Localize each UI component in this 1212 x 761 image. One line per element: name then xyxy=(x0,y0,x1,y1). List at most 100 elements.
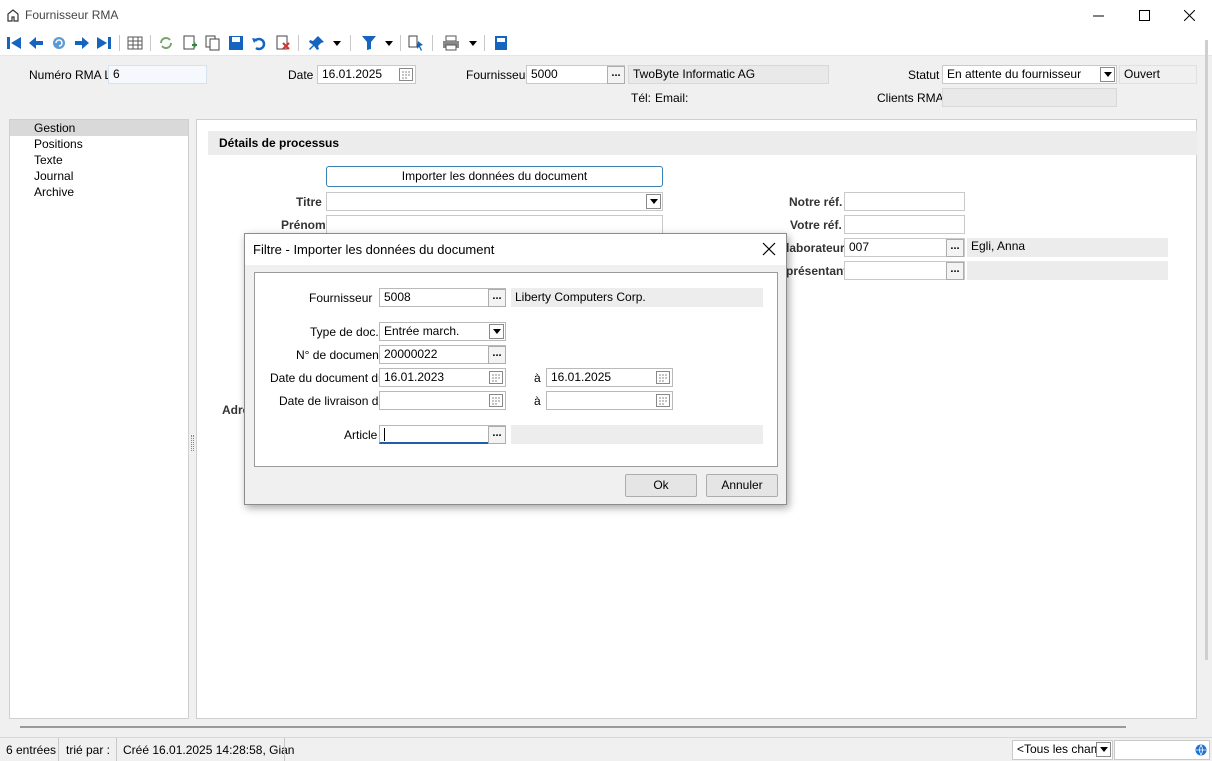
notre-ref-field[interactable] xyxy=(844,192,965,211)
date-label: Date xyxy=(288,68,314,82)
app-icon xyxy=(7,9,19,22)
save-icon xyxy=(229,36,243,50)
chevron-down-icon xyxy=(469,40,477,46)
titre-dropdown-button[interactable] xyxy=(646,194,661,209)
reload-button[interactable] xyxy=(157,34,175,52)
last-record-icon xyxy=(97,37,111,49)
copy-record-button[interactable] xyxy=(204,34,222,52)
dialog-docnum-field[interactable]: 20000022 xyxy=(379,345,506,364)
ok-button[interactable]: Ok xyxy=(625,474,697,497)
fields-filter-dropdown-button[interactable] xyxy=(1096,742,1111,757)
dialog-delivery-from-field[interactable] xyxy=(379,391,506,410)
table-view-button[interactable] xyxy=(126,34,144,52)
titre-select[interactable] xyxy=(326,192,663,211)
pin-dropdown-button[interactable] xyxy=(331,34,343,52)
calendar-icon[interactable] xyxy=(489,394,503,407)
print-button[interactable] xyxy=(442,34,460,52)
dialog-doctype-label: Type de doc. xyxy=(310,325,379,339)
calendar-icon[interactable] xyxy=(489,371,503,384)
date-field[interactable]: 16.01.2025 xyxy=(317,65,416,84)
new-record-button[interactable] xyxy=(181,34,199,52)
filter-dropdown-button[interactable] xyxy=(383,34,395,52)
dialog-supplier-field[interactable]: 5008 xyxy=(379,288,506,307)
dialog-supplier-name-display: Liberty Computers Corp. xyxy=(511,288,763,307)
previous-record-button[interactable] xyxy=(27,34,45,52)
entries-count: 6 entrées xyxy=(6,743,57,757)
dialog-doctype-dropdown-button[interactable] xyxy=(489,324,504,339)
horizontal-scrollbar[interactable] xyxy=(20,726,1126,728)
collaborateur-name-display: Egli, Anna xyxy=(967,238,1168,257)
dialog-docdate-from-value: 16.01.2023 xyxy=(384,370,445,384)
status-dropdown-button[interactable] xyxy=(1100,67,1115,82)
nav-item-positions[interactable]: Positions xyxy=(10,136,188,152)
fields-filter-value: <Tous les champ xyxy=(1017,742,1108,756)
status-value: En attente du fournisseur xyxy=(947,67,1082,81)
status-extra-display: Ouvert xyxy=(1119,65,1197,84)
dialog-docdate-to-field[interactable]: 16.01.2025 xyxy=(546,368,673,387)
dialog-article-label: Article xyxy=(344,428,378,442)
first-record-button[interactable] xyxy=(5,34,23,52)
cancel-button[interactable]: Annuler xyxy=(706,474,778,497)
minimize-button[interactable] xyxy=(1075,0,1121,30)
nav-item-texte[interactable]: Texte xyxy=(10,152,188,168)
close-window-button[interactable] xyxy=(1166,0,1212,30)
representant-name-display xyxy=(967,261,1168,280)
dialog-close-icon[interactable] xyxy=(762,242,776,256)
representant-label: présentant xyxy=(786,264,848,278)
status-select[interactable]: En attente du fournisseur xyxy=(942,65,1117,84)
fields-filter-select[interactable]: <Tous les champ xyxy=(1012,740,1113,760)
filter-button[interactable] xyxy=(360,34,378,52)
nav-item-journal[interactable]: Journal xyxy=(10,168,188,184)
supplier-name-display: TwoByte Informatic AG xyxy=(628,65,829,84)
first-record-icon xyxy=(7,37,21,49)
next-record-button[interactable] xyxy=(73,34,91,52)
toolbar xyxy=(0,30,1212,56)
dialog-article-lookup-button[interactable]: ... xyxy=(488,426,506,444)
filter-icon xyxy=(362,36,376,50)
calendar-icon[interactable] xyxy=(656,371,670,384)
print-dropdown-button[interactable] xyxy=(467,34,479,52)
document-link-button[interactable] xyxy=(407,34,425,52)
status-bar: 6 entrées trié par : Créé 16.01.2025 14:… xyxy=(0,737,1212,761)
dialog-docnum-lookup-button[interactable]: ... xyxy=(488,346,506,364)
splitter-handle[interactable] xyxy=(191,435,194,451)
delete-record-button[interactable] xyxy=(274,34,292,52)
quick-search-input[interactable] xyxy=(1114,740,1210,760)
chevron-down-icon xyxy=(649,199,658,204)
vertical-scrollbar[interactable] xyxy=(1205,40,1208,660)
dialog-article-name-display xyxy=(511,425,763,444)
rma-number-field[interactable]: 6 xyxy=(108,65,207,84)
collaborateur-lookup-button[interactable]: ... xyxy=(946,239,964,257)
maximize-icon xyxy=(1138,9,1150,21)
dialog-delivery-to-label: à xyxy=(534,394,541,408)
text-cursor xyxy=(384,428,385,441)
dialog-supplier-lookup-button[interactable]: ... xyxy=(488,289,506,307)
save-button[interactable] xyxy=(227,34,245,52)
representant-lookup-button[interactable]: ... xyxy=(946,262,964,280)
last-record-button[interactable] xyxy=(95,34,113,52)
prenom-field[interactable] xyxy=(326,215,663,234)
undo-button[interactable] xyxy=(250,34,268,52)
maximize-button[interactable] xyxy=(1121,0,1167,30)
dialog-doctype-value: Entrée march. xyxy=(384,324,460,338)
globe-icon[interactable] xyxy=(1195,744,1207,756)
pin-button[interactable] xyxy=(308,34,326,52)
dialog-docdate-from-field[interactable]: 16.01.2023 xyxy=(379,368,506,387)
refresh-record-button[interactable] xyxy=(50,34,68,52)
chevron-down-icon xyxy=(1099,747,1108,752)
calendar-icon[interactable] xyxy=(399,68,413,81)
document-link-icon xyxy=(408,35,423,51)
votre-ref-field[interactable] xyxy=(844,215,965,234)
nav-item-archive[interactable]: Archive xyxy=(10,184,188,200)
dialog-article-field[interactable] xyxy=(379,425,506,444)
calendar-icon[interactable] xyxy=(656,394,670,407)
dialog-doctype-select[interactable]: Entrée march. xyxy=(379,322,506,341)
dialog-content-panel: Fournisseur 5008 ... Liberty Computers C… xyxy=(254,272,778,467)
dialog-docnum-label: N° de document xyxy=(296,348,383,362)
dialog-delivery-to-field[interactable] xyxy=(546,391,673,410)
form-button[interactable] xyxy=(492,34,510,52)
chevron-down-icon xyxy=(1103,72,1112,77)
supplier-lookup-button[interactable]: ... xyxy=(607,66,625,84)
import-document-button[interactable]: Importer les données du document xyxy=(326,166,663,187)
nav-item-gestion[interactable]: Gestion xyxy=(10,120,188,136)
